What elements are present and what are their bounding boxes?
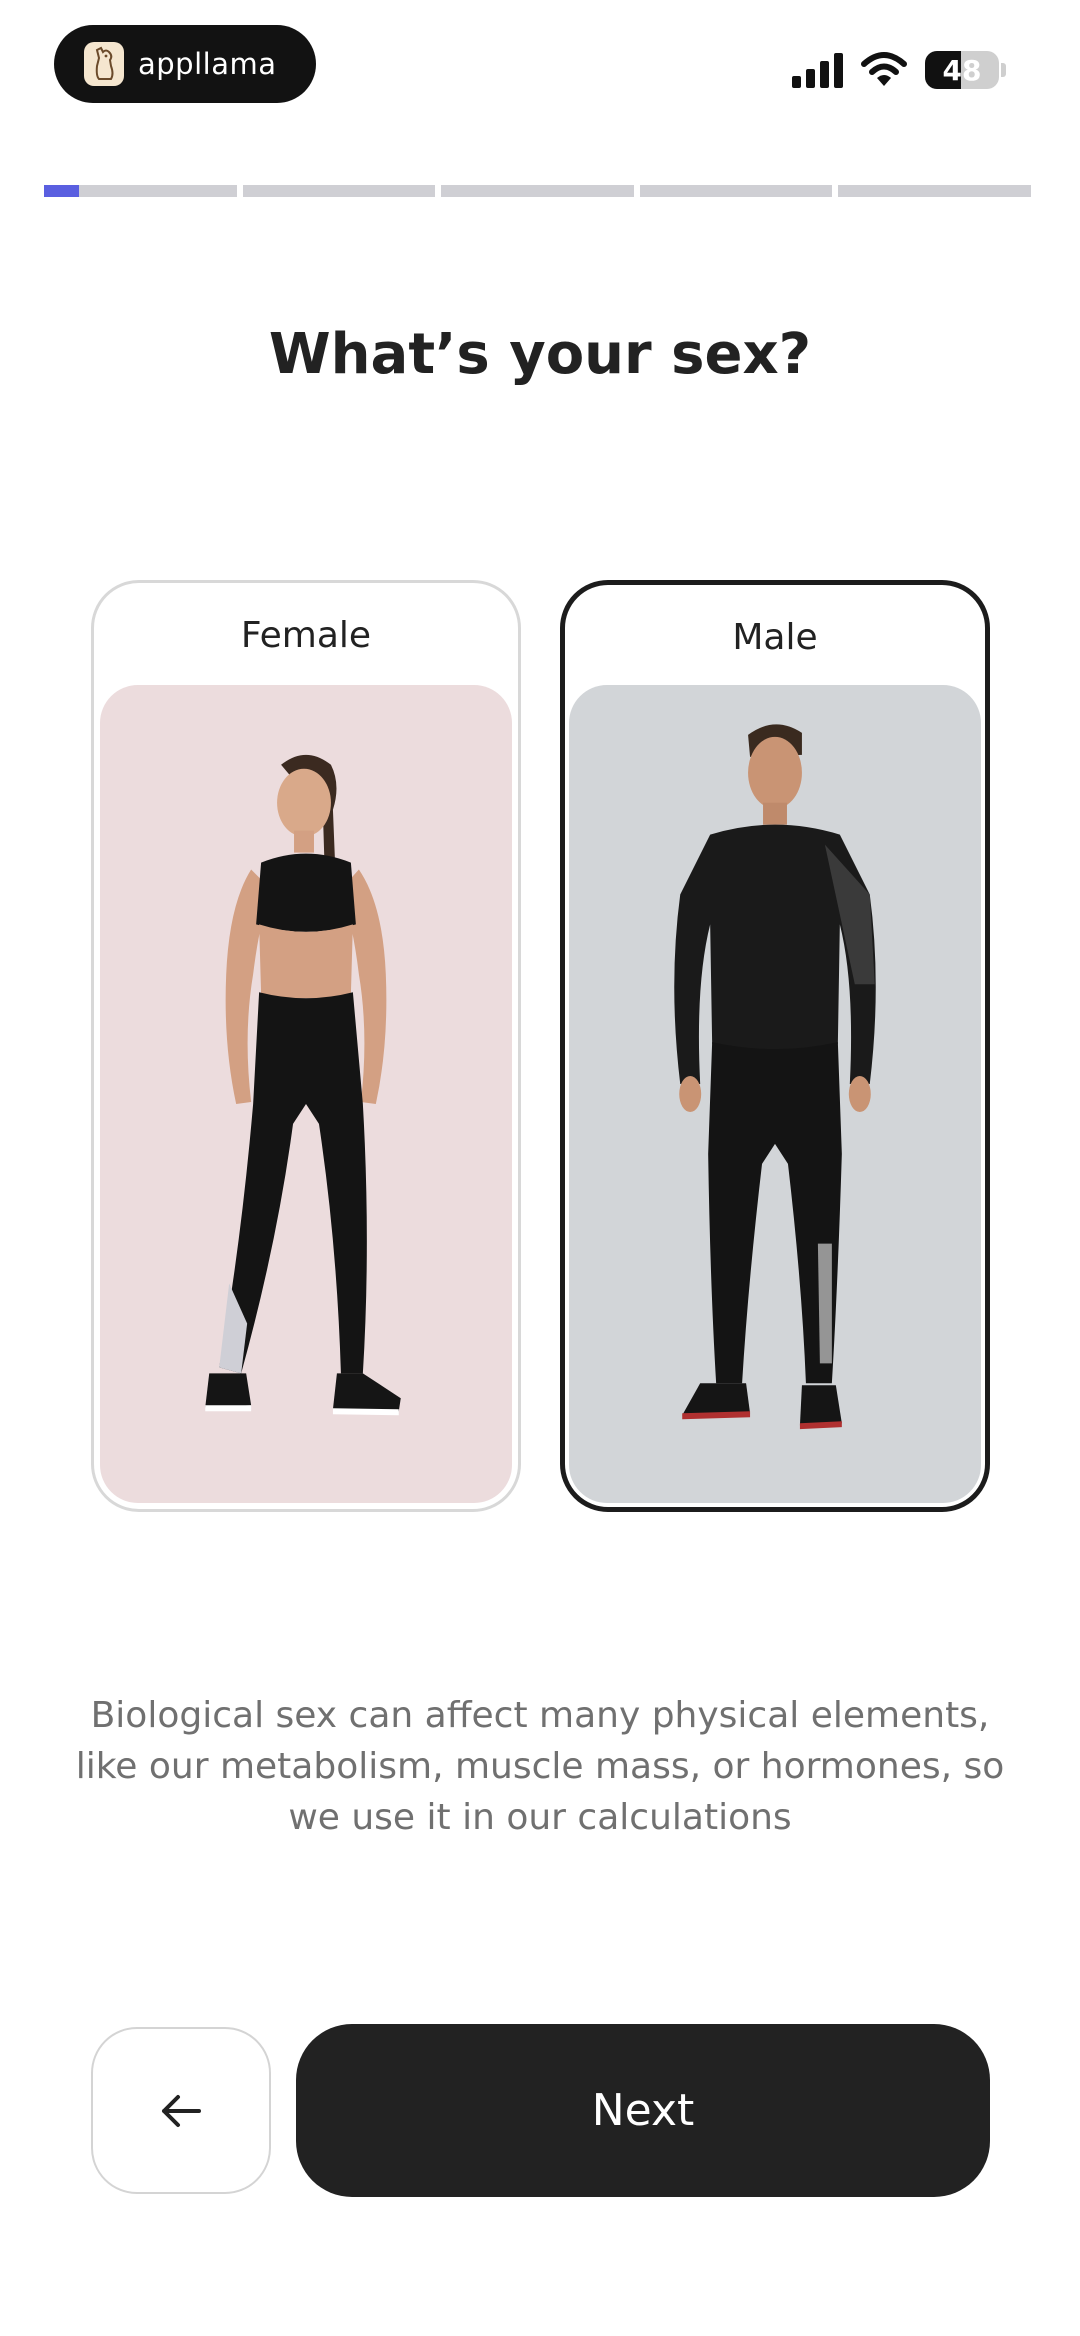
brand-pill: appllama <box>54 25 316 103</box>
male-model-image <box>569 685 981 1503</box>
brand-name: appllama <box>138 47 277 81</box>
progress-segment-1 <box>44 185 237 197</box>
option-card-female[interactable]: Female <box>91 580 521 1512</box>
onboarding-screen: appllama 48 What’s your sex? Female Male… <box>0 0 1080 2336</box>
signal-icon <box>792 52 843 88</box>
back-button[interactable] <box>91 2027 271 2194</box>
battery-icon: 48 <box>925 51 1006 89</box>
page-title: What’s your sex? <box>268 322 812 387</box>
status-icons: 48 <box>792 50 1006 90</box>
option-label-female: Female <box>240 615 372 656</box>
llama-logo-icon <box>84 42 124 86</box>
battery-percent: 48 <box>942 53 982 87</box>
arrow-left-icon <box>162 2094 201 2127</box>
progress-bar <box>44 185 1031 197</box>
wifi-icon <box>861 52 907 86</box>
option-label-male: Male <box>732 617 818 658</box>
progress-segment-5 <box>838 185 1031 197</box>
progress-segment-2 <box>242 185 436 197</box>
progress-segment-4 <box>639 185 833 197</box>
info-text: Biological sex can affect many physical … <box>75 1695 1005 1838</box>
progress-segment-3 <box>441 185 634 197</box>
female-model-image <box>100 685 512 1503</box>
next-button[interactable]: Next <box>296 2024 990 2197</box>
option-card-male[interactable]: Male <box>560 580 990 1512</box>
